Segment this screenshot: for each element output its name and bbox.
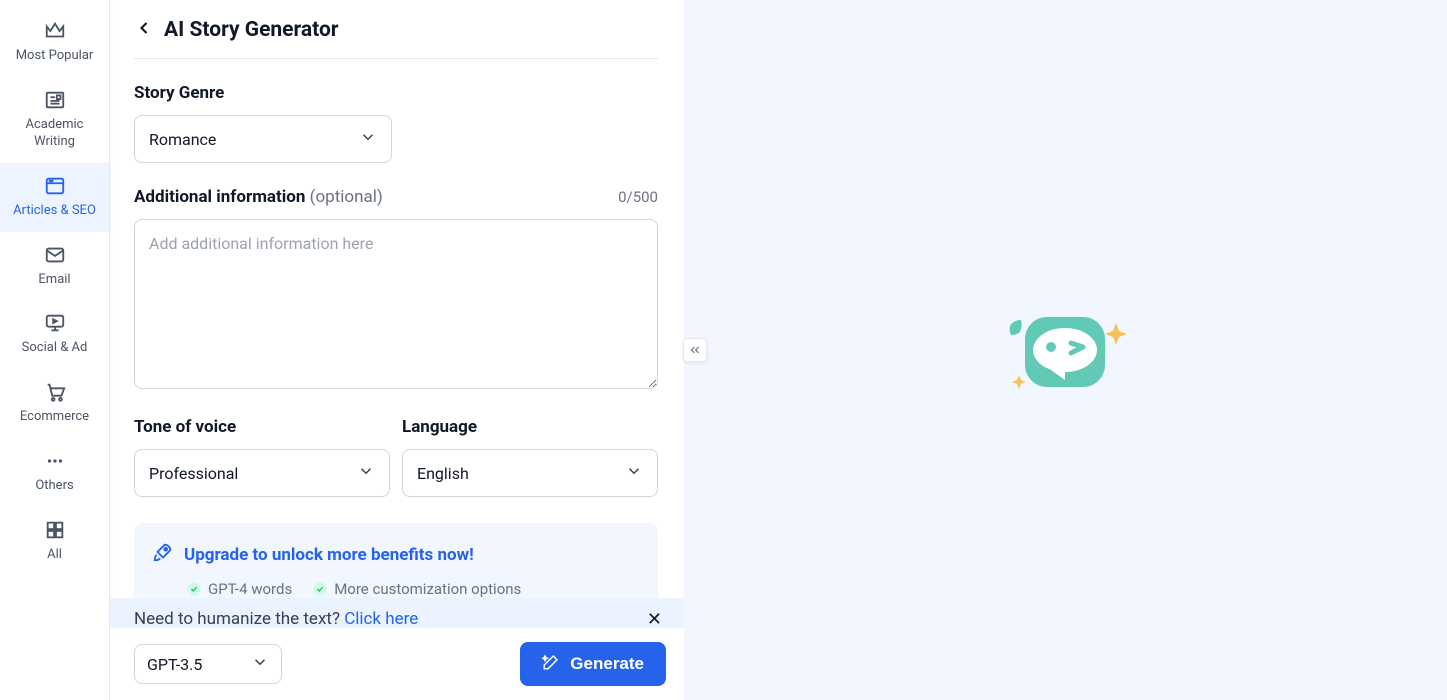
check-icon: [312, 581, 328, 597]
browser-icon: [44, 175, 66, 197]
footer-bar: GPT-3.5 Generate: [110, 628, 684, 700]
sidebar-item-most-popular[interactable]: Most Popular: [0, 8, 109, 77]
additional-label: Additional information (optional) 0/500: [134, 187, 658, 207]
newspaper-icon: [44, 89, 66, 111]
genre-select[interactable]: Romance: [134, 115, 392, 163]
chevron-down-icon: [359, 128, 377, 150]
sidebar-item-others[interactable]: Others: [0, 438, 109, 507]
upgrade-title: Upgrade to unlock more benefits now!: [184, 545, 474, 565]
banner-link[interactable]: Click here: [344, 609, 418, 629]
generate-label: Generate: [570, 654, 644, 674]
genre-value: Romance: [149, 130, 216, 149]
sidebar-item-label: Ecommerce: [20, 409, 89, 426]
sidebar-item-label: Email: [38, 272, 70, 289]
monitor-icon: [44, 312, 66, 334]
sidebar-item-label: Others: [35, 478, 73, 495]
model-value: GPT-3.5: [147, 655, 202, 674]
grid-icon: [44, 519, 66, 541]
additional-info-textarea[interactable]: [134, 219, 658, 389]
title-row: AI Story Generator: [134, 18, 658, 59]
mail-icon: [44, 244, 66, 266]
sidebar-item-articles-seo[interactable]: Articles & SEO: [0, 163, 109, 232]
collapse-button[interactable]: [683, 338, 707, 362]
sidebar-item-label: Articles & SEO: [13, 203, 96, 220]
back-button[interactable]: [134, 18, 154, 42]
form-panel: AI Story Generator Story Genre Romance A…: [110, 0, 684, 700]
sidebar-item-all[interactable]: All: [0, 507, 109, 576]
tone-value: Professional: [149, 464, 238, 483]
upgrade-feature: GPT-4 words: [186, 580, 292, 598]
banner-text: Need to humanize the text?: [134, 609, 344, 629]
wand-icon: [542, 653, 560, 676]
language-select[interactable]: English: [402, 449, 658, 497]
genre-label: Story Genre: [134, 83, 658, 103]
sidebar-item-email[interactable]: Email: [0, 232, 109, 301]
generate-button[interactable]: Generate: [520, 642, 666, 686]
close-icon[interactable]: ✕: [647, 609, 662, 630]
cart-icon: [44, 381, 66, 403]
tone-label: Tone of voice: [134, 417, 390, 437]
upgrade-box[interactable]: Upgrade to unlock more benefits now! GPT…: [134, 523, 658, 608]
tone-select[interactable]: Professional: [134, 449, 390, 497]
rocket-icon: [152, 541, 174, 568]
language-value: English: [417, 464, 469, 483]
upgrade-feature: More customization options: [312, 580, 521, 598]
page-title: AI Story Generator: [164, 18, 338, 42]
sidebar-item-social-ad[interactable]: Social & Ad: [0, 300, 109, 369]
chevron-down-icon: [625, 462, 643, 484]
sidebar-item-ecommerce[interactable]: Ecommerce: [0, 369, 109, 438]
sidebar-item-label: All: [47, 547, 62, 564]
sidebar-item-label: Social & Ad: [22, 340, 88, 357]
sidebar-item-label: Most Popular: [16, 48, 94, 65]
sidebar-item-academic[interactable]: Academic Writing: [0, 77, 109, 163]
sidebar: Most Popular Academic Writing Articles &…: [0, 0, 110, 700]
preview-panel: [684, 0, 1447, 700]
dots-icon: [44, 450, 66, 472]
chevron-down-icon: [357, 462, 375, 484]
model-select[interactable]: GPT-3.5: [134, 644, 282, 684]
mascot-illustration: [1001, 305, 1131, 395]
check-icon: [186, 581, 202, 597]
chevron-down-icon: [251, 653, 269, 675]
language-label: Language: [402, 417, 658, 437]
sidebar-item-label: Academic Writing: [6, 117, 103, 151]
crown-icon: [44, 20, 66, 42]
char-counter: 0/500: [618, 188, 658, 206]
